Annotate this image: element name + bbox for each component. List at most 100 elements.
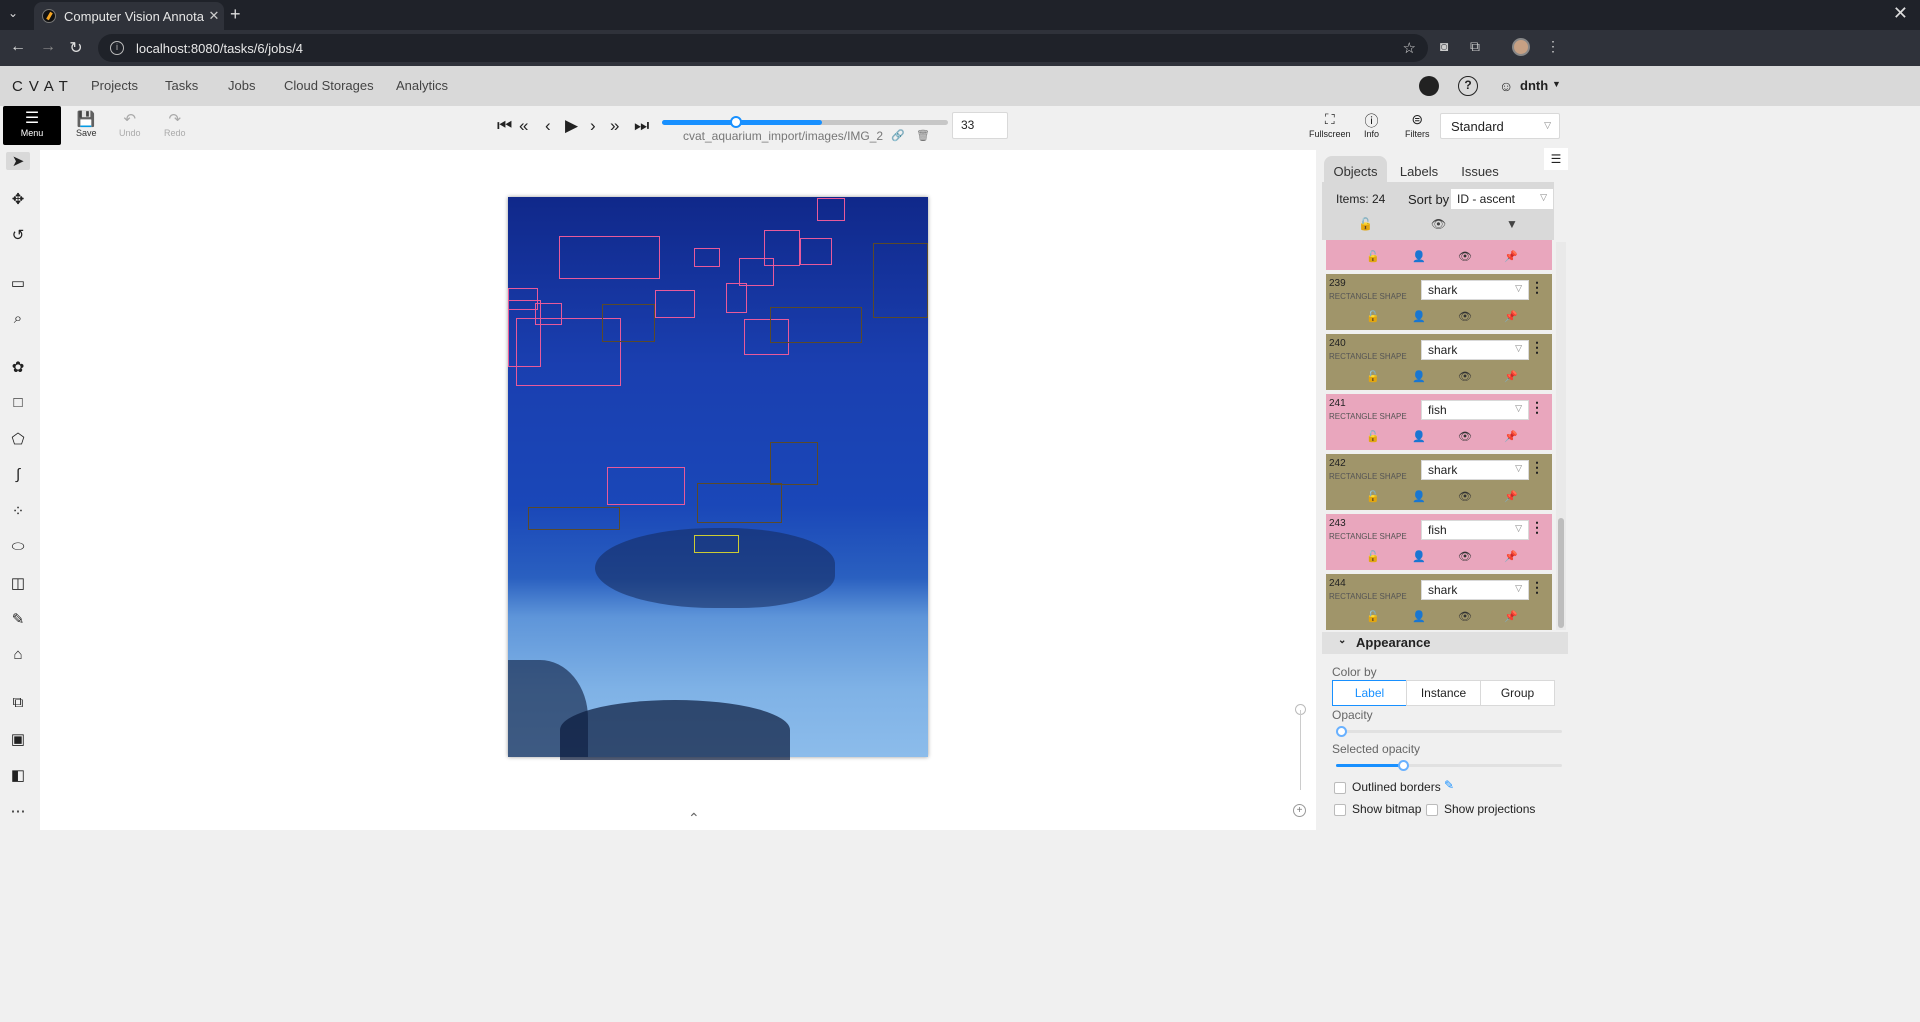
user-icon[interactable]: 👤 (1412, 250, 1426, 263)
frame-slider[interactable] (662, 116, 948, 128)
object-item[interactable]: 239 RECTANGLE SHAPE shark ▽ ⋮ 🔓 👤 👁 📌 (1326, 274, 1552, 330)
show-all-icon[interactable]: 👁 (1431, 217, 1446, 231)
eye-icon[interactable]: 👁 (1458, 430, 1472, 443)
profile-avatar[interactable] (1512, 38, 1530, 56)
tag-icon[interactable]: ⌂ (6, 646, 30, 663)
sidebar-toggle-icon[interactable]: ☰ (1544, 148, 1568, 170)
back-icon[interactable]: ← (8, 38, 28, 56)
user-icon[interactable]: 👤 (1412, 490, 1426, 503)
pin-icon[interactable]: 📌 (1504, 370, 1518, 383)
brush-icon[interactable]: ✎ (6, 610, 30, 628)
pin-icon[interactable]: 📌 (1504, 250, 1518, 263)
nav-analytics[interactable]: Analytics (396, 78, 448, 93)
object-item[interactable]: 244 RECTANGLE SHAPE shark ▽ ⋮ 🔓 👤 👁 📌 (1326, 574, 1552, 630)
eye-icon[interactable]: 👁 (1458, 490, 1472, 503)
user-caret-icon[interactable]: ▼ (1552, 79, 1561, 89)
object-item[interactable]: 242 RECTANGLE SHAPE shark ▽ ⋮ 🔓 👤 👁 📌 (1326, 454, 1552, 510)
rotate-icon[interactable]: ↺ (6, 226, 30, 244)
object-label-select[interactable]: shark ▽ (1421, 340, 1529, 360)
group-icon[interactable]: ▣ (6, 730, 30, 748)
tab-close-icon[interactable]: ✕ (204, 8, 224, 24)
bbox-shark[interactable] (770, 442, 818, 485)
bbox-fish[interactable] (726, 283, 747, 313)
fast-forward-icon[interactable]: » (610, 116, 619, 136)
collapse-all-icon[interactable]: ▼ (1506, 217, 1518, 231)
more-icon[interactable]: ⋮ (1530, 279, 1544, 296)
bbox-selected[interactable] (694, 535, 739, 553)
nav-projects[interactable]: Projects (91, 78, 138, 93)
bbox-fish[interactable] (655, 290, 695, 318)
pin-icon[interactable]: 📌 (1504, 550, 1518, 563)
zoom-region-icon[interactable]: ⌕ (6, 310, 30, 327)
appearance-header[interactable]: ⌄ Appearance (1322, 632, 1568, 654)
info-button[interactable]: ⓘ Info (1364, 111, 1379, 139)
bbox-shark[interactable] (602, 304, 655, 342)
eye-icon[interactable]: 👁 (1458, 250, 1472, 263)
lock-icon[interactable]: 🔓 (1366, 310, 1380, 323)
user-icon[interactable]: 👤 (1412, 610, 1426, 623)
bbox-fish[interactable] (817, 198, 845, 221)
cuboid-icon[interactable]: ◫ (6, 574, 30, 592)
next-frame-icon[interactable]: › (590, 116, 596, 136)
show-projections-checkbox[interactable] (1426, 804, 1438, 816)
bbox-fish[interactable] (559, 236, 660, 279)
lock-icon[interactable]: 🔓 (1366, 250, 1380, 263)
url-field[interactable]: i localhost:8080/tasks/6/jobs/4 ☆ (98, 34, 1428, 62)
bbox-shark[interactable] (528, 507, 620, 530)
bbox-fish[interactable] (607, 467, 685, 505)
bbox-fish[interactable] (800, 238, 832, 265)
selected-opacity-slider[interactable] (1336, 760, 1562, 771)
show-bitmap-checkbox[interactable] (1334, 804, 1346, 816)
bbox-fish[interactable] (694, 248, 720, 267)
color-picker-icon[interactable]: ✎ (1444, 778, 1454, 792)
bbox-fish[interactable] (739, 258, 774, 286)
bbox-shark[interactable] (873, 243, 928, 318)
user-icon[interactable]: 👤 (1412, 370, 1426, 383)
pin-icon[interactable]: 📌 (1504, 490, 1518, 503)
pin-icon[interactable]: 📌 (1504, 610, 1518, 623)
object-label-select[interactable]: fish ▽ (1421, 520, 1529, 540)
bookmark-star-icon[interactable]: ☆ (1403, 39, 1416, 57)
user-icon[interactable]: 👤 (1412, 430, 1426, 443)
object-label-select[interactable]: shark ▽ (1421, 280, 1529, 300)
object-item[interactable]: RECTANGLE SHAPE 🔓 👤 👁 📌 (1326, 240, 1552, 270)
bbox-shark[interactable] (770, 307, 862, 343)
cursor-icon[interactable]: ➤ (6, 152, 30, 170)
ai-tools-icon[interactable]: ✿ (6, 358, 30, 376)
new-tab-button[interactable]: + (230, 4, 241, 25)
undo-button[interactable]: ↶ Undo (119, 110, 141, 138)
opacity-slider-handle[interactable] (1336, 726, 1347, 737)
copy-link-icon[interactable]: 🔗 (891, 129, 905, 142)
zoom-slider[interactable] (1300, 710, 1301, 790)
merge-icon[interactable]: ⧉ (6, 694, 30, 711)
redo-button[interactable]: ↷ Redo (164, 110, 186, 138)
object-label-select[interactable]: shark ▽ (1421, 460, 1529, 480)
lock-icon[interactable]: 🔓 (1366, 550, 1380, 563)
lock-icon[interactable]: 🔓 (1366, 610, 1380, 623)
cvat-logo[interactable]: CVAT (12, 78, 74, 95)
forward-icon[interactable]: → (38, 38, 58, 56)
frame-number-input[interactable]: 33 (952, 112, 1008, 139)
more-tools-icon[interactable]: ⋯ (6, 802, 30, 820)
bbox-shark[interactable] (697, 483, 782, 523)
more-icon[interactable]: ⋮ (1530, 579, 1544, 596)
help-icon[interactable]: ? (1458, 76, 1478, 96)
user-icon[interactable]: 👤 (1412, 310, 1426, 323)
eye-icon[interactable]: 👁 (1458, 310, 1472, 323)
user-icon[interactable]: ☺ (1499, 78, 1513, 94)
github-icon[interactable] (1419, 76, 1439, 96)
lock-icon[interactable]: 🔓 (1366, 490, 1380, 503)
lock-icon[interactable]: 🔓 (1366, 430, 1380, 443)
object-item[interactable]: 243 RECTANGLE SHAPE fish ▽ ⋮ 🔓 👤 👁 📌 (1326, 514, 1552, 570)
reload-icon[interactable]: ↻ (66, 38, 86, 58)
selected-opacity-slider-handle[interactable] (1397, 760, 1409, 771)
outlined-borders-checkbox[interactable] (1334, 782, 1346, 794)
chrome-menu-icon[interactable]: ⋮ (1546, 38, 1560, 55)
last-frame-icon[interactable]: ⏭ (634, 116, 649, 136)
more-icon[interactable]: ⋮ (1530, 339, 1544, 356)
eye-icon[interactable]: 👁 (1458, 550, 1472, 563)
fast-back-icon[interactable]: « (519, 116, 528, 136)
user-name[interactable]: dnth (1520, 78, 1548, 93)
nav-cloud-storages[interactable]: Cloud Storages (284, 78, 374, 93)
filters-button[interactable]: ⊜ Filters (1405, 111, 1430, 139)
